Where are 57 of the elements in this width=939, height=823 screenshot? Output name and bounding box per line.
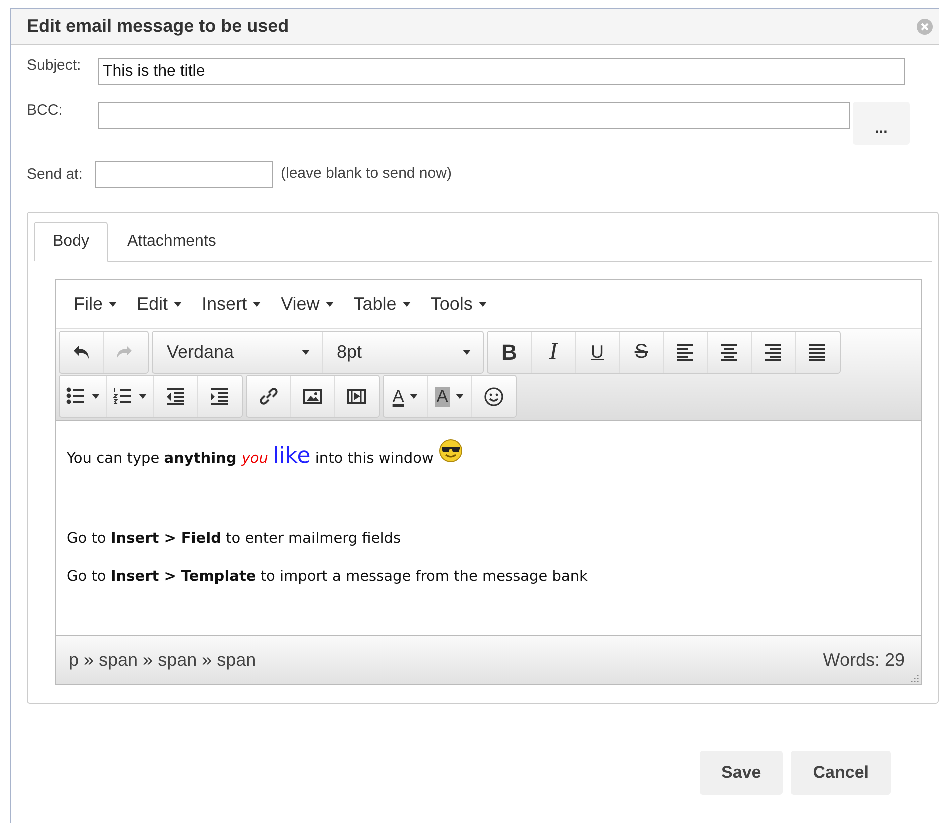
paragraph: Go to Insert > Template to import a message from the message bank <box>67 569 588 585</box>
background-color-button[interactable]: A <box>428 376 472 417</box>
caret-icon <box>410 394 418 399</box>
cancel-button[interactable]: Cancel <box>791 751 891 795</box>
menu-item[interactable]: Tools <box>420 294 497 314</box>
menu-item[interactable]: Insert <box>192 294 272 314</box>
bulleted-list-icon <box>66 386 86 406</box>
element-path: p » span » span » span <box>69 650 256 670</box>
link-icon <box>258 386 278 406</box>
tab[interactable]: Body <box>34 222 108 262</box>
italic-button[interactable]: I <box>532 332 576 373</box>
paragraph: You can type anything you like into this window <box>67 444 434 469</box>
outdent-icon <box>166 386 186 406</box>
bcc-field[interactable] <box>98 102 850 129</box>
align-right-icon <box>764 342 784 362</box>
hint-text: (leave blank to send now) <box>281 165 452 182</box>
align-center-icon <box>720 342 740 362</box>
font-dropdown[interactable]: Verdana <box>153 332 323 373</box>
caret-icon <box>302 350 310 355</box>
indent-icon <box>210 386 230 406</box>
caret-icon <box>174 302 182 306</box>
subject-field[interactable]: This is the title <box>98 58 905 85</box>
menu-item[interactable]: File <box>64 294 128 314</box>
field-label: Subject: <box>27 57 82 74</box>
resize-grip-icon[interactable] <box>911 674 919 682</box>
caret-icon <box>139 394 147 399</box>
menu-item[interactable]: View <box>271 294 344 314</box>
field-label: BCC: <box>27 102 64 119</box>
image-icon <box>302 386 322 406</box>
caret-icon <box>253 302 262 306</box>
caret-icon <box>478 302 487 306</box>
size-dropdown[interactable]: 8pt <box>323 332 483 373</box>
text-color-button[interactable]: A <box>384 376 428 417</box>
field-label: Send at: <box>27 166 84 183</box>
browse-button[interactable]: ... <box>853 102 910 145</box>
caret-icon <box>463 350 471 355</box>
menu-item[interactable]: Table <box>344 294 421 314</box>
numbered-list-icon <box>113 386 133 406</box>
film-icon <box>347 386 367 406</box>
paragraph: Go to Insert > Field to enter mailmerg fields <box>67 531 402 547</box>
caret-icon <box>456 394 464 399</box>
strikethrough-button[interactable]: S <box>620 332 664 373</box>
send-at-field[interactable] <box>95 161 273 188</box>
smiley-icon <box>484 386 504 406</box>
caret-icon <box>326 302 334 306</box>
justify-icon <box>808 342 828 362</box>
dialog-title: Edit email message to be used <box>27 16 290 37</box>
caret-icon <box>92 394 100 399</box>
caret-icon <box>109 302 118 306</box>
align-left-icon <box>676 342 696 362</box>
word-count: Words: 29 <box>823 650 905 670</box>
tab[interactable]: Attachments <box>108 222 236 262</box>
save-button[interactable]: Save <box>700 751 784 795</box>
menu-item[interactable]: Edit <box>127 294 192 314</box>
bold-button[interactable]: B <box>488 332 532 373</box>
caret-icon <box>402 302 411 306</box>
underline-button[interactable]: U <box>576 332 620 373</box>
